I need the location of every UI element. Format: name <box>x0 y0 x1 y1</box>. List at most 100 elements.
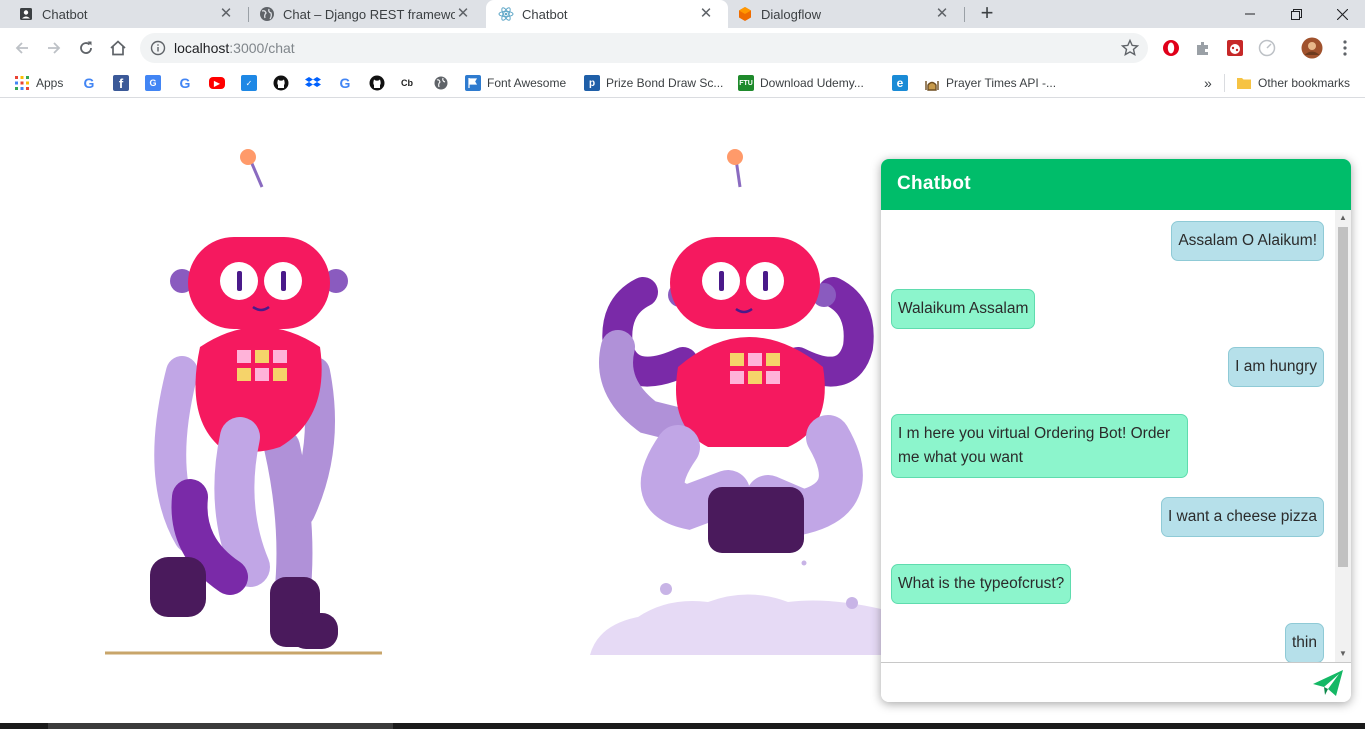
menu-kebab-icon[interactable] <box>1335 38 1355 58</box>
home-button[interactable] <box>105 35 131 61</box>
folder-icon <box>1236 75 1252 91</box>
flag-icon <box>465 75 481 91</box>
prizebond-icon: p <box>584 75 600 91</box>
chat-message-user: I want a cheese pizza <box>1160 497 1324 537</box>
back-button[interactable] <box>9 35 35 61</box>
cb-icon: Cb <box>401 78 413 88</box>
chat-header: Chatbot <box>881 159 1351 210</box>
bookmark-globe[interactable] <box>433 73 449 93</box>
bookmark-google-3[interactable]: G <box>337 73 353 93</box>
bookmark-label: Prize Bond Draw Sc... <box>606 76 724 90</box>
google-icon: G <box>179 75 191 91</box>
bookmark-prayer-times[interactable]: Prayer Times API -... <box>924 73 1056 93</box>
chat-message-user: I am hungry <box>1228 347 1324 387</box>
bookmark-youtube[interactable]: ▶ <box>209 73 225 93</box>
paper-plane-icon <box>1313 670 1343 696</box>
url-host: localhost <box>174 40 230 56</box>
account-box-icon <box>18 6 34 22</box>
arrow-left-icon <box>15 42 28 54</box>
bookmark-cb[interactable]: Cb <box>401 73 413 93</box>
bookmark-font-awesome[interactable]: Font Awesome <box>465 73 566 93</box>
bookmark-google-2[interactable]: G <box>177 73 193 93</box>
bookmark-divider <box>1224 74 1225 92</box>
tab-title: Chatbot <box>42 6 88 22</box>
facebook-icon: f <box>113 75 129 91</box>
globe-icon <box>433 75 449 91</box>
dropbox-icon <box>305 75 321 91</box>
close-icon[interactable]: ✕ <box>218 6 234 22</box>
bookmark-other[interactable]: Other bookmarks <box>1236 73 1350 93</box>
scroll-up-arrow-icon[interactable]: ▲ <box>1335 212 1351 224</box>
tab-django-rest[interactable]: Chat – Django REST framework ✕ <box>249 0 485 28</box>
bookmark-udemy[interactable]: FTU Download Udemy... <box>738 73 864 93</box>
flying-robot-illustration <box>590 149 881 655</box>
chat-scrollbar[interactable]: ▲ ▼ <box>1335 210 1351 662</box>
chat-title: Chatbot <box>897 173 971 194</box>
close-icon[interactable]: ✕ <box>934 6 950 22</box>
bookmarks-overflow-button[interactable]: » <box>1204 73 1212 93</box>
bookmark-github-1[interactable] <box>273 73 289 93</box>
tab-title: Chat – Django REST framework <box>283 6 455 22</box>
bookmark-google-1[interactable]: G <box>81 73 97 93</box>
info-icon[interactable] <box>150 40 166 56</box>
tab-chatbot-active[interactable]: Chatbot ✕ <box>486 0 728 28</box>
tab-dialogflow[interactable]: Dialogflow ✕ <box>729 0 964 28</box>
chat-messages[interactable]: Assalam O Alaikum! Walaikum Assalam I am… <box>881 210 1351 663</box>
bookmark-label: Apps <box>36 76 64 90</box>
minimize-button[interactable] <box>1227 0 1273 28</box>
e-icon: e <box>892 75 908 91</box>
walking-robot-illustration <box>105 149 382 655</box>
chat-message-bot: What is the typeofcrust? <box>891 564 1072 604</box>
github-icon <box>369 75 385 91</box>
bookmark-prize-bond[interactable]: p Prize Bond Draw Sc... <box>584 73 723 93</box>
ladybug-extension-icon[interactable] <box>1225 38 1245 58</box>
google-icon: G <box>83 75 95 91</box>
chat-message-bot: I m here you virtual Ordering Bot! Order… <box>891 414 1188 478</box>
star-icon[interactable] <box>1120 38 1140 58</box>
bookmark-label: Download Udemy... <box>760 76 864 90</box>
bookmark-pocket[interactable]: ✓ <box>241 73 257 93</box>
bookmark-facebook[interactable]: f <box>113 73 129 93</box>
bookmark-translate[interactable]: G <box>145 73 161 93</box>
tab-divider <box>964 7 965 22</box>
opera-extension-icon[interactable] <box>1161 38 1181 58</box>
taskbar-strip <box>0 723 1365 729</box>
bookmark-label: Prayer Times API -... <box>946 76 1057 90</box>
scroll-down-arrow-icon[interactable]: ▼ <box>1335 648 1351 660</box>
home-icon <box>110 40 126 56</box>
google-icon: G <box>339 75 351 91</box>
apps-grid-icon <box>14 75 30 91</box>
close-icon[interactable]: ✕ <box>455 6 471 22</box>
youtube-icon: ▶ <box>209 77 225 89</box>
chat-message-input[interactable] <box>887 667 1297 699</box>
chat-message-user: Assalam O Alaikum! <box>1171 221 1324 261</box>
close-icon[interactable]: ✕ <box>698 6 714 22</box>
profile-avatar[interactable] <box>1300 36 1324 60</box>
send-button[interactable] <box>1311 667 1345 699</box>
speedometer-extension-icon[interactable] <box>1257 38 1277 58</box>
arrow-right-icon <box>48 42 61 54</box>
url-text[interactable]: localhost:3000/chat <box>174 40 295 56</box>
bookmark-label: Font Awesome <box>487 76 567 90</box>
new-tab-button[interactable]: + <box>976 2 998 24</box>
github-icon <box>273 75 289 91</box>
address-bar[interactable]: localhost:3000/chat <box>140 33 1148 63</box>
bookmark-github-2[interactable] <box>369 73 385 93</box>
reload-button[interactable] <box>73 35 99 61</box>
close-window-button[interactable] <box>1319 0 1365 28</box>
dialogflow-icon <box>737 6 753 22</box>
puzzle-extension-icon[interactable] <box>1193 38 1213 58</box>
scroll-thumb[interactable] <box>1338 227 1348 567</box>
bookmark-apps[interactable]: Apps <box>14 73 63 93</box>
react-icon <box>498 6 514 22</box>
chatbot-widget: Chatbot Assalam O Alaikum! Walaikum Assa… <box>881 159 1351 702</box>
bookmark-e[interactable]: e <box>892 73 908 93</box>
chat-message-bot: Walaikum Assalam <box>891 289 1036 329</box>
translate-icon: G <box>145 75 161 91</box>
bookmark-dropbox[interactable] <box>305 73 321 93</box>
restore-button[interactable] <box>1273 0 1319 28</box>
forward-button[interactable] <box>41 35 67 61</box>
globe-icon <box>259 6 275 22</box>
reload-icon <box>80 41 92 54</box>
tab-chatbot-1[interactable]: Chatbot ✕ <box>0 0 248 28</box>
